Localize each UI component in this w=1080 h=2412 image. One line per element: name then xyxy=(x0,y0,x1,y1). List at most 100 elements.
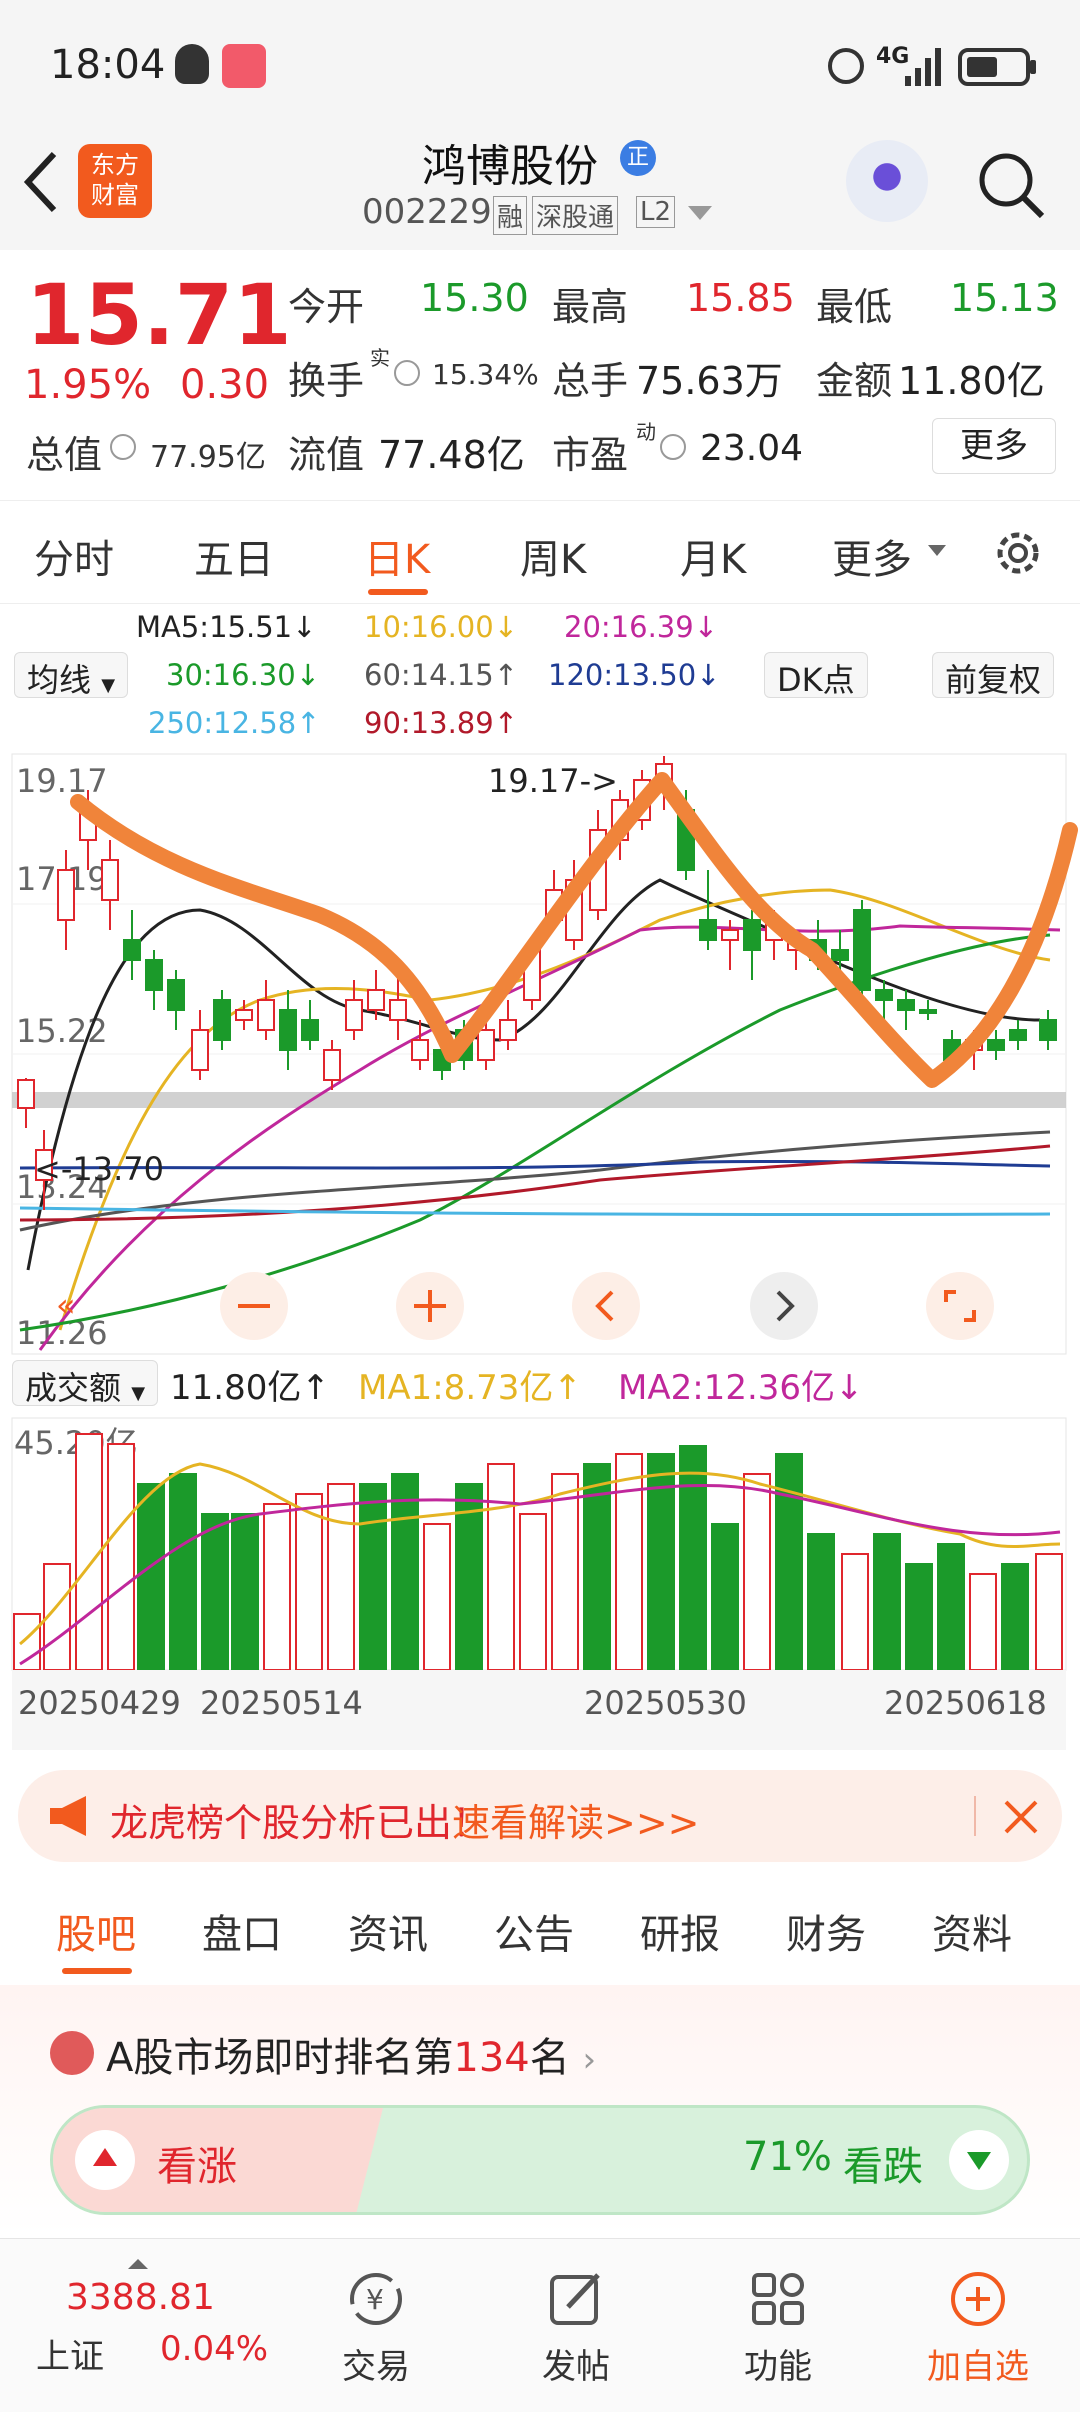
chevron-right-icon: › xyxy=(582,2040,597,2080)
volume-bar xyxy=(1035,1553,1063,1671)
nav-post[interactable]: 发帖 xyxy=(506,2269,646,2388)
robot-assistant-icon[interactable] xyxy=(846,140,928,222)
kline-chart-area: MA5:15.51↓ 10:16.00↓ 20:16.39↓ 均线 ▼ 30:1… xyxy=(0,604,1080,1754)
ranking-row[interactable]: A股市场即时排名第134名 › xyxy=(106,2025,596,2083)
grid-icon xyxy=(752,2273,804,2325)
candle-body xyxy=(101,859,119,901)
tab-more[interactable]: 更多 xyxy=(832,527,912,585)
bear-percent: 71% xyxy=(743,2134,832,2180)
candle-body xyxy=(987,1039,1005,1051)
y-label-top: 19.17 xyxy=(16,762,108,800)
nav-add-watchlist-label: 加自选 xyxy=(927,2347,1029,2387)
volume-bar xyxy=(295,1493,323,1671)
tab-5day[interactable]: 五日 xyxy=(194,527,274,585)
subtab-news[interactable]: 资讯 xyxy=(348,1902,428,1960)
volume-bar xyxy=(615,1453,643,1671)
volume-bar xyxy=(137,1483,165,1671)
tab-monthly-k[interactable]: 月K xyxy=(680,527,746,585)
amount-label: 金额 xyxy=(816,359,893,403)
current-price: 15.71 xyxy=(26,266,292,364)
signal-icon xyxy=(905,48,941,86)
ma90-legend: 90:13.89↑ xyxy=(364,706,518,740)
back-arrow-icon[interactable] xyxy=(22,150,62,214)
ma-selector-button[interactable]: 均线 ▼ xyxy=(14,652,129,699)
open-value: 15.30 xyxy=(420,276,529,320)
ma10-legend: 10:16.00↓ xyxy=(364,610,518,644)
stock-code: 002229 xyxy=(362,192,492,232)
active-subtab-indicator xyxy=(62,1968,132,1974)
nav-trade[interactable]: ¥ 交易 xyxy=(306,2269,446,2388)
tag-margin: 融 xyxy=(493,196,528,235)
candle-body xyxy=(1039,1019,1057,1041)
candle-body xyxy=(323,1049,341,1081)
subtab-announcements[interactable]: 公告 xyxy=(494,1902,574,1960)
turnover-label: 换手 xyxy=(288,359,365,403)
app-logo[interactable]: 东方 财富 xyxy=(78,144,152,218)
volume-bar xyxy=(13,1613,41,1671)
volume-bar xyxy=(391,1473,419,1671)
ranking-number: 134 xyxy=(453,2035,530,2081)
index-widget[interactable]: 3388.81 上证 0.04% xyxy=(36,2259,286,2379)
candle-body xyxy=(721,929,739,941)
turnover-value: 15.34% xyxy=(432,358,539,391)
nav-features-label: 功能 xyxy=(744,2347,812,2387)
active-tab-indicator xyxy=(368,589,428,595)
tag-level2: L2 xyxy=(636,196,676,228)
subtab-financials[interactable]: 财务 xyxy=(786,1902,866,1960)
fullscreen-button[interactable] xyxy=(926,1272,994,1340)
candle-body xyxy=(345,999,363,1031)
chevron-down-icon[interactable] xyxy=(688,206,712,222)
tab-weekly-k[interactable]: 周K xyxy=(520,527,586,585)
price-chart[interactable]: 19.17 17.19 15.22 13.24 11.26 19.17-> <-… xyxy=(0,750,1080,1360)
info-icon[interactable] xyxy=(110,434,136,460)
tab-daily-k[interactable]: 日K xyxy=(364,527,430,585)
tab-intraday[interactable]: 分时 xyxy=(34,527,114,585)
info-icon[interactable] xyxy=(394,360,420,386)
dk-point-label: DK点 xyxy=(777,661,855,699)
subtab-profile[interactable]: 资料 xyxy=(932,1902,1012,1960)
bottom-nav: 3388.81 上证 0.04% ¥ 交易 发帖 功能 加自选 xyxy=(0,2238,1080,2412)
chevron-down-icon[interactable] xyxy=(928,545,946,557)
volume-chart[interactable]: 45.20亿 20250429 20250514 20250530 202506… xyxy=(0,1414,1080,1754)
subtab-research[interactable]: 研报 xyxy=(640,1902,720,1960)
scroll-right-button[interactable] xyxy=(750,1272,818,1340)
banner-link[interactable]: 速看解读>>> xyxy=(452,1792,700,1847)
volume-bar xyxy=(807,1533,835,1671)
verified-badge: 正 xyxy=(620,140,656,176)
stock-name[interactable]: 鸿博股份 xyxy=(422,130,598,194)
volume-indicator-button[interactable]: 成交额 ▼ xyxy=(12,1360,159,1407)
candle-body xyxy=(743,919,761,951)
close-icon[interactable] xyxy=(1004,1800,1038,1834)
search-icon[interactable] xyxy=(976,150,1046,220)
candle-body xyxy=(499,1019,517,1041)
volume-bar xyxy=(873,1533,901,1671)
pe-sup: 动 xyxy=(636,420,656,444)
candle-body xyxy=(17,1079,35,1109)
svg-text:¥: ¥ xyxy=(366,2283,384,2316)
volume-bar xyxy=(231,1513,259,1671)
volume-label: 总手 xyxy=(552,359,629,403)
info-icon[interactable] xyxy=(660,434,686,460)
index-value: 3388.81 xyxy=(66,2277,215,2318)
volume-bar xyxy=(519,1513,547,1671)
candle-body xyxy=(145,959,163,991)
promo-banner[interactable]: 龙虎榜个股分析已出！ 速看解读>>> xyxy=(18,1770,1062,1862)
nav-features[interactable]: 功能 xyxy=(708,2269,848,2388)
candle-body xyxy=(875,989,893,1001)
candle-body xyxy=(831,949,849,961)
dk-point-button[interactable]: DK点 xyxy=(764,652,868,699)
nav-add-watchlist[interactable]: 加自选 xyxy=(908,2269,1048,2388)
adjust-button[interactable]: 前复权 xyxy=(932,652,1055,699)
bull-label: 看涨 xyxy=(157,2144,237,2190)
ranking-prefix: A股市场即时排名第 xyxy=(106,2035,454,2081)
arrow-up-icon xyxy=(93,2148,117,2166)
collapse-icon[interactable]: « xyxy=(56,1286,76,1324)
settings-gear-icon[interactable] xyxy=(990,525,1046,581)
scroll-left-button[interactable] xyxy=(572,1272,640,1340)
candle-body xyxy=(367,989,385,1011)
subtab-forum[interactable]: 股吧 xyxy=(56,1902,136,1960)
float-label: 流值 xyxy=(288,433,365,477)
more-quote-button[interactable]: 更多 xyxy=(932,418,1056,474)
penguin-icon xyxy=(175,44,209,84)
subtab-orderbook[interactable]: 盘口 xyxy=(202,1902,282,1960)
